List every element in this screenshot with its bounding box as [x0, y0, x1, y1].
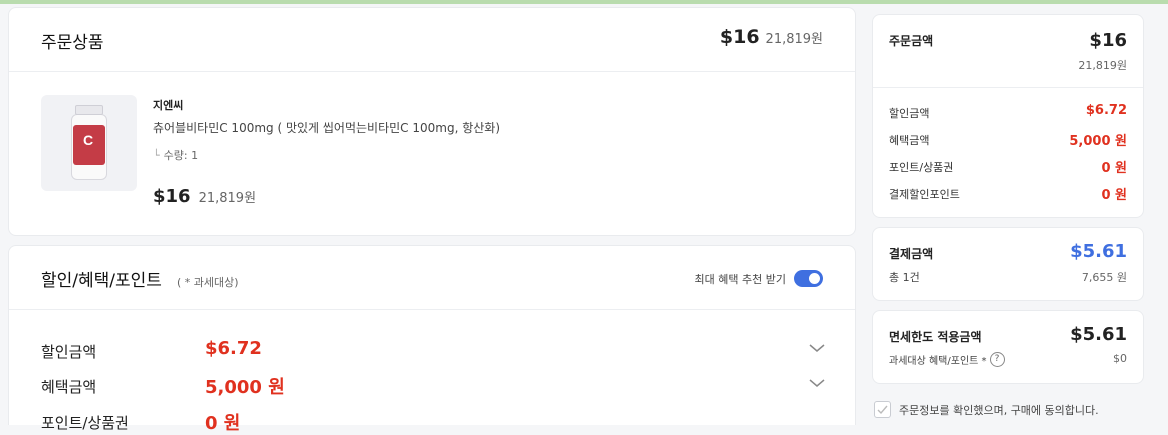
summary-row-value: 0 원 [1101, 161, 1127, 176]
recommend-toggle[interactable] [794, 270, 823, 287]
summary-row-value: 0 원 [1101, 188, 1127, 203]
discount-row-label: 혜택금액 [41, 378, 97, 396]
order-products-card: 주문상품 $16 21,819원 C 지엔씨 츄어블비타민C 100mg ( 맛… [8, 7, 856, 236]
divider [873, 87, 1143, 88]
payment-count: 총 1건 [889, 271, 920, 284]
product-brand: 지엔씨 [153, 99, 184, 112]
top-accent-line [0, 0, 1168, 4]
max-benefit-recommend: 최대 혜택 추천 받기 [695, 270, 823, 287]
agree-text: 주문정보를 확인했으며, 구매에 동의합니다. [899, 403, 1099, 417]
quantity-text: 수량: 1 [163, 149, 199, 162]
discount-title: 할인/혜택/포인트 [41, 271, 162, 291]
toggle-knob [809, 273, 820, 284]
branch-icon: └ [153, 149, 160, 162]
product-quantity: └ 수량: 1 [153, 147, 198, 163]
product-image[interactable]: C [41, 95, 137, 191]
payment-amount-card: 결제금액 $5.61 총 1건 7,655 원 [872, 227, 1144, 301]
product-price-usd: $16 [153, 186, 191, 207]
summary-row-label: 할인금액 [889, 107, 930, 120]
vitamin-bottle-image: C [71, 105, 107, 181]
discount-row-discount[interactable]: 할인금액 $6.72 [41, 337, 825, 361]
summary-row-discount: 할인금액 $6.72 [889, 103, 1127, 121]
order-total-krw: 21,819원 [765, 32, 823, 47]
summary-total-krw: 21,819원 [1078, 59, 1127, 72]
summary-row-label: 결제할인포인트 [889, 188, 960, 201]
summary-title: 주문금액 [889, 34, 934, 48]
taxable-benefit-text: 과세대상 혜택/포인트 * [889, 356, 987, 367]
question-help-icon[interactable]: ? [989, 352, 1005, 367]
summary-row-value: $6.72 [1085, 103, 1127, 118]
discount-row-points[interactable]: 포인트/상품권 0 원 [41, 408, 825, 434]
product-price-krw: 21,819원 [198, 191, 257, 206]
summary-row-payment-points: 결제할인포인트 0 원 [889, 184, 1127, 203]
payment-title: 결제금액 [889, 247, 934, 261]
order-total-usd: $16 [719, 26, 760, 48]
payment-total-usd: $5.61 [1070, 241, 1127, 262]
product-price: $16 21,819원 [153, 186, 256, 207]
summary-row-label: 혜택금액 [889, 134, 930, 147]
taxable-note: ( * 과세대상) [177, 276, 239, 289]
agree-checkbox[interactable] [874, 401, 891, 418]
purchase-agreement: 주문정보를 확인했으며, 구매에 동의합니다. [874, 401, 1099, 418]
check-icon [877, 405, 888, 415]
taxable-benefit-label: 과세대상 혜택/포인트 * ? [889, 352, 1005, 367]
duty-free-title: 면세한도 적용금액 [889, 330, 982, 344]
order-header: 주문상품 $16 21,819원 [9, 8, 855, 72]
product-name[interactable]: 츄어블비타민C 100mg ( 맛있게 씹어먹는비타민C 100mg, 항산화) [153, 119, 500, 136]
recommend-label: 최대 혜택 추천 받기 [694, 272, 786, 286]
summary-row-points: 포인트/상품권 0 원 [889, 157, 1127, 176]
discount-row-value: 0 원 [205, 413, 241, 434]
order-title: 주문상품 [41, 33, 104, 53]
summary-row-value: 5,000 원 [1069, 134, 1127, 149]
taxable-benefit-value: $0 [1113, 352, 1127, 365]
discount-row-value: 5,000 원 [205, 377, 285, 398]
summary-row-label: 포인트/상품권 [889, 161, 954, 174]
discount-row-label: 할인금액 [41, 343, 97, 361]
discount-card: 할인/혜택/포인트 ( * 과세대상) 최대 혜택 추천 받기 할인금액 $6.… [8, 245, 856, 434]
duty-free-card: 면세한도 적용금액 $5.61 과세대상 혜택/포인트 * ? $0 [872, 310, 1144, 384]
order-total: $16 21,819원 [720, 26, 823, 48]
payment-total-krw: 7,655 원 [1081, 271, 1127, 284]
summary-row-benefit: 혜택금액 5,000 원 [889, 130, 1127, 149]
discount-row-label: 포인트/상품권 [41, 414, 129, 432]
discount-header: 할인/혜택/포인트 ( * 과세대상) 최대 혜택 추천 받기 [9, 246, 855, 310]
discount-row-benefit[interactable]: 혜택금액 5,000 원 [41, 372, 825, 398]
chevron-down-icon[interactable] [809, 341, 825, 355]
summary-total-usd: $16 [1089, 30, 1127, 51]
order-amount-summary: 주문금액 $16 21,819원 할인금액 $6.72 혜택금액 5,000 원… [872, 14, 1144, 218]
discount-row-value: $6.72 [205, 338, 262, 359]
duty-free-total-usd: $5.61 [1070, 324, 1127, 345]
chevron-down-icon[interactable] [809, 376, 825, 390]
